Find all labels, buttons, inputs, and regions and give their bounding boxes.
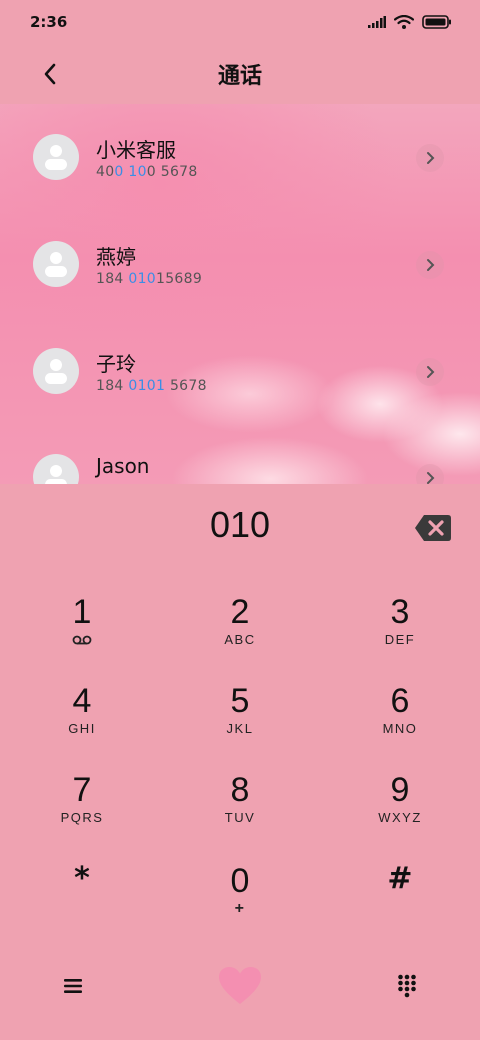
key-1[interactable]: 1 xyxy=(22,592,142,672)
key-digit: 3 xyxy=(390,593,410,631)
key-digit: 0 xyxy=(230,862,250,900)
backspace-icon xyxy=(415,515,451,541)
chevron-right-icon xyxy=(427,259,435,271)
key-letters: + xyxy=(234,900,246,917)
contact-list[interactable]: 小米客服 400 100 5678 燕婷 184 01015689 子玲 184… xyxy=(0,104,480,484)
contact-row[interactable]: Jason xyxy=(0,424,480,484)
key-star[interactable]: * xyxy=(22,859,142,939)
key-7[interactable]: 7 PQRS xyxy=(22,770,142,850)
status-icons xyxy=(368,15,452,29)
avatar xyxy=(33,348,79,394)
page-title: 通话 xyxy=(217,64,262,89)
menu-icon xyxy=(64,979,82,993)
chevron-left-icon xyxy=(44,63,56,85)
key-digit: # xyxy=(387,861,413,896)
key-digit: 5 xyxy=(230,682,250,720)
key-letters: DEF xyxy=(384,632,416,647)
key-3[interactable]: 3 DEF xyxy=(340,592,460,672)
chevron-right-icon xyxy=(427,152,435,164)
key-letters: ABC xyxy=(224,632,256,647)
contact-name: 小米客服 xyxy=(96,138,176,162)
key-8[interactable]: 8 TUV xyxy=(180,770,300,850)
contact-detail-button[interactable] xyxy=(416,358,444,386)
wifi-icon xyxy=(394,15,414,29)
key-hash[interactable]: # xyxy=(340,859,460,939)
status-bar: 2:36 xyxy=(0,0,480,44)
dialer-panel: 010 1 2 ABC 3 DEF 4 GHI 5 JKL 6 MNO 7 PQ… xyxy=(0,484,480,1040)
key-4[interactable]: 4 GHI xyxy=(22,681,142,761)
signal-icon xyxy=(368,16,386,28)
call-button[interactable] xyxy=(210,958,270,1014)
key-letters: TUV xyxy=(224,810,256,825)
heart-call-icon xyxy=(219,967,261,1004)
contact-name: Jason xyxy=(96,454,150,478)
contact-detail-button[interactable] xyxy=(416,144,444,172)
keypad-icon xyxy=(398,974,416,998)
avatar xyxy=(33,134,79,180)
contact-name: 子玲 xyxy=(96,352,136,376)
dial-input[interactable]: 010 xyxy=(0,504,480,552)
contact-name: 燕婷 xyxy=(96,245,136,269)
key-5[interactable]: 5 JKL xyxy=(180,681,300,761)
key-digit: 6 xyxy=(390,682,410,720)
chevron-right-icon xyxy=(427,472,435,484)
key-digit: * xyxy=(74,861,90,896)
key-2[interactable]: 2 ABC xyxy=(180,592,300,672)
key-letters: WXYZ xyxy=(378,810,422,825)
key-digit: 1 xyxy=(72,593,92,631)
key-letters: JKL xyxy=(226,721,254,736)
key-9[interactable]: 9 WXYZ xyxy=(340,770,460,850)
key-letters: PQRS xyxy=(60,810,104,825)
key-letters: GHI xyxy=(68,721,96,736)
battery-icon xyxy=(422,15,451,29)
key-6[interactable]: 6 MNO xyxy=(340,681,460,761)
backspace-button[interactable] xyxy=(414,514,452,542)
contact-row[interactable]: 燕婷 184 01015689 xyxy=(0,211,480,301)
key-digit: 4 xyxy=(72,682,92,720)
key-digit: 7 xyxy=(72,771,92,809)
key-letters: MNO xyxy=(382,721,418,736)
contact-row[interactable]: 子玲 184 0101 5678 xyxy=(0,318,480,408)
status-time: 2:36 xyxy=(30,13,68,31)
voicemail-icon xyxy=(72,635,92,645)
keypad-toggle-button[interactable] xyxy=(384,968,430,1004)
contact-detail-button[interactable] xyxy=(416,251,444,279)
contact-number: 184 0101 5678 xyxy=(96,378,207,394)
contact-number: 184 01015689 xyxy=(96,271,203,287)
contact-detail-button[interactable] xyxy=(416,464,444,484)
chevron-right-icon xyxy=(427,366,435,378)
avatar xyxy=(33,454,79,484)
key-digit: 8 xyxy=(230,771,250,809)
back-button[interactable] xyxy=(34,56,66,92)
key-digit: 2 xyxy=(230,593,250,631)
contact-row[interactable]: 小米客服 400 100 5678 xyxy=(0,104,480,194)
key-digit: 9 xyxy=(390,771,410,809)
avatar xyxy=(33,241,79,287)
menu-button[interactable] xyxy=(50,968,96,1004)
key-0[interactable]: 0 + xyxy=(180,859,300,939)
contact-number: 400 100 5678 xyxy=(96,164,198,180)
header: 通话 xyxy=(0,44,480,104)
